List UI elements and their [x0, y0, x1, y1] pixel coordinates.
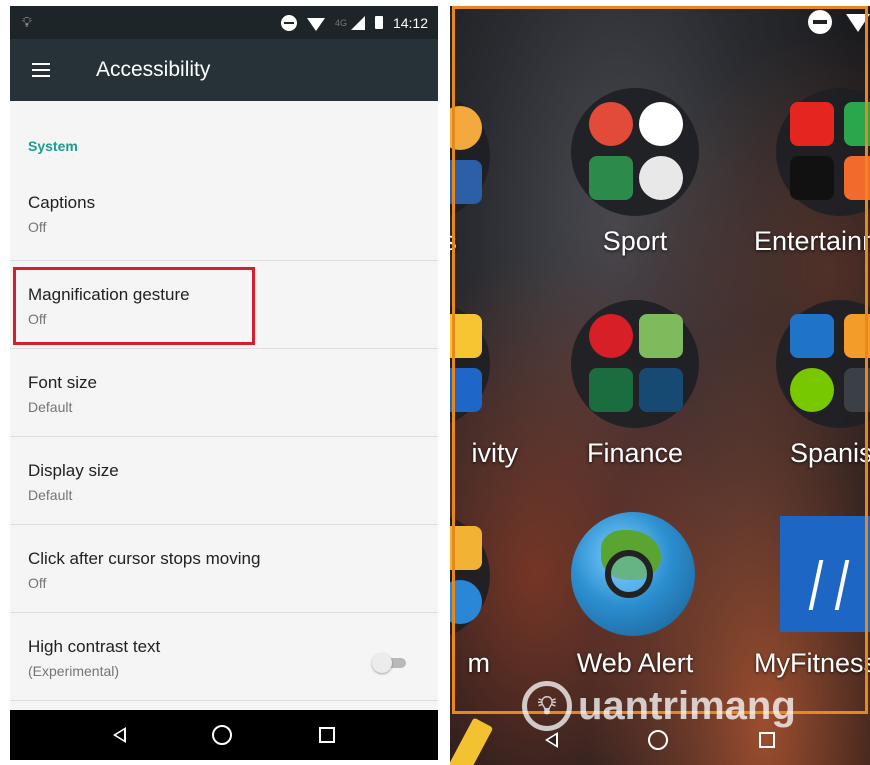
menu-icon[interactable] — [32, 63, 50, 77]
status-bar: 💡︎ 4G 14:12 — [10, 6, 438, 39]
pref-title: High contrast text — [28, 637, 161, 656]
highlight-frame — [452, 6, 868, 714]
pref-title: Captions — [28, 193, 96, 212]
back-icon[interactable] — [113, 727, 127, 743]
pref-high-contrast-text[interactable]: High contrast text (Experimental) — [10, 613, 438, 701]
toggle-thumb — [372, 653, 392, 673]
watermark-text: uantrimang — [578, 683, 796, 728]
wifi-icon — [306, 17, 325, 31]
highlight-box — [13, 267, 255, 345]
home-icon[interactable] — [212, 725, 233, 745]
lightbulb-icon: 💡︎ — [22, 14, 32, 30]
pref-magnification-gesture[interactable]: Magnification gesture Off — [10, 261, 438, 349]
pref-title: Display size — [28, 461, 119, 480]
pref-summary: Default — [28, 487, 73, 503]
back-icon[interactable] — [545, 732, 559, 748]
pref-title: Font size — [28, 373, 97, 392]
high-contrast-toggle[interactable] — [372, 653, 408, 673]
app-bar: Accessibility — [10, 39, 438, 101]
home-screen: s Sport Entertainm ivity Finance — [450, 6, 870, 765]
recents-icon[interactable] — [318, 727, 335, 743]
network-type-label: 4G — [334, 17, 347, 28]
recents-icon[interactable] — [758, 732, 775, 748]
accessibility-settings-screen: 💡︎ 4G 14:12 Accessibility System Caption… — [10, 6, 438, 760]
screenshot-root: 💡︎ 4G 14:12 Accessibility System Caption… — [0, 0, 870, 765]
pref-summary: Off — [28, 219, 47, 235]
status-icons: 4G 14:12 — [280, 14, 428, 31]
lightbulb-logo-icon: 💡︎ — [522, 681, 572, 731]
signal-icon — [350, 15, 365, 30]
pref-summary: (Experimental) — [28, 663, 120, 679]
pref-captions[interactable]: Captions Off — [10, 185, 438, 261]
pref-summary: Off — [28, 575, 47, 591]
battery-icon — [374, 16, 383, 29]
home-icon[interactable] — [648, 730, 669, 750]
pref-title: Click after cursor stops moving — [28, 549, 261, 568]
pref-display-size[interactable]: Display size Default — [10, 437, 438, 525]
pref-summary: Default — [28, 399, 73, 415]
pref-summary: Off — [28, 311, 47, 327]
pref-font-size[interactable]: Font size Default — [10, 349, 438, 437]
watermark: 💡︎ uantrimang — [522, 681, 796, 731]
page-title: Accessibility — [96, 58, 211, 81]
pref-title: Magnification gesture — [28, 285, 190, 304]
do-not-disturb-icon — [280, 14, 297, 31]
section-header-system: System — [28, 138, 78, 154]
status-time: 14:12 — [392, 14, 428, 31]
pref-click-after-cursor-stops[interactable]: Click after cursor stops moving Off — [10, 525, 438, 613]
navigation-bar — [10, 710, 438, 760]
